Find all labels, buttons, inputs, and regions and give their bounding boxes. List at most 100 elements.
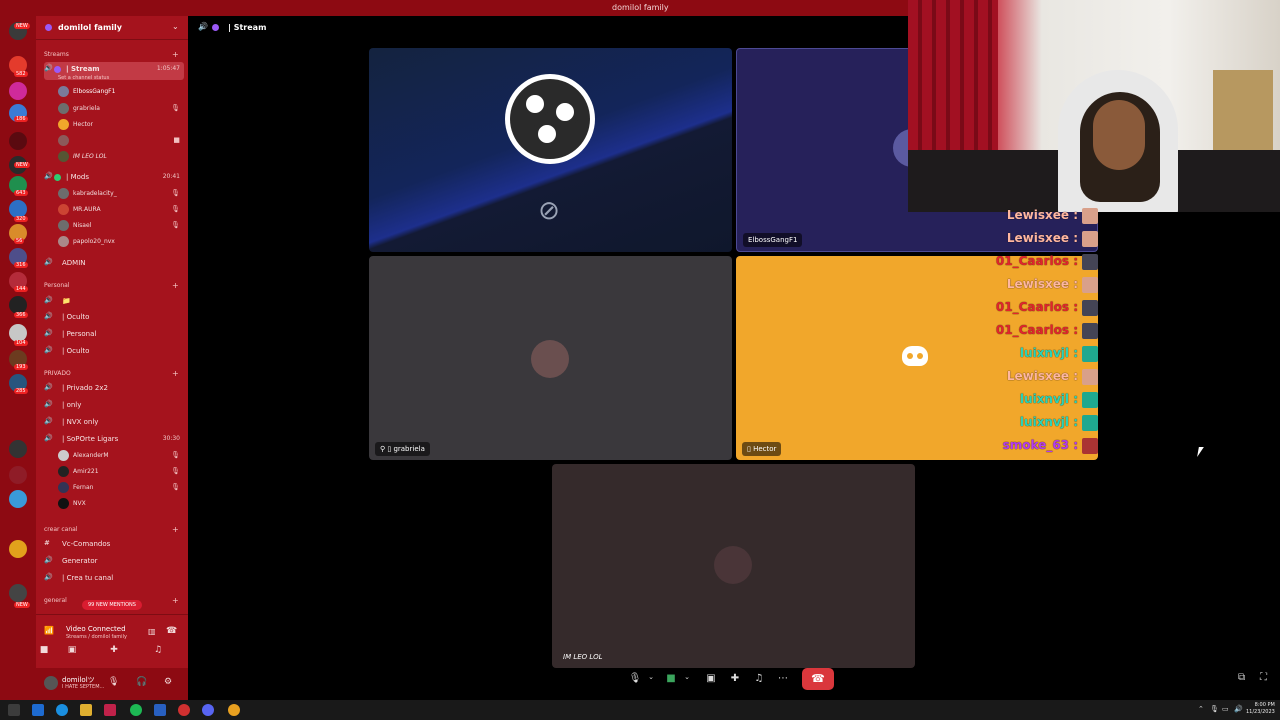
more-icon[interactable]: ⋯ <box>774 673 792 687</box>
chrome-icon[interactable] <box>178 704 190 716</box>
voice-user[interactable]: Hector <box>58 117 184 133</box>
avatar[interactable] <box>44 676 58 690</box>
video-tile-leo[interactable]: IM LEO LOL <box>552 464 915 668</box>
noise-suppression-icon[interactable]: ▥ <box>148 627 156 636</box>
folder-icon[interactable] <box>80 704 92 716</box>
video-tile-grabriela[interactable]: ⚲ ▯ grabriela <box>369 256 732 460</box>
voice-user[interactable]: kabradelacity_ 🎙 <box>58 186 184 202</box>
screen-share-icon[interactable]: ▣ <box>702 673 720 687</box>
call-controls: 🎙 ⌄ ■ ⌄ ▣ ✚ ♫ ⋯ ☎ <box>620 668 840 692</box>
server-badge: 104 <box>14 340 28 346</box>
channel-crea[interactable]: 🔊 | Crea tu canal <box>44 571 184 585</box>
voice-user[interactable]: NVX <box>58 496 184 512</box>
spotify-icon[interactable] <box>130 704 142 716</box>
new-mentions-badge[interactable]: 99 NEW MENTIONS <box>82 600 142 610</box>
microphone-icon[interactable]: 🎙 <box>108 677 119 687</box>
channel-folder[interactable]: 🔊 📁 <box>44 294 184 308</box>
app-icon[interactable] <box>154 704 166 716</box>
category-streams[interactable]: Streams + <box>44 50 179 59</box>
chevron-up-icon[interactable]: ⌃ <box>1198 705 1204 713</box>
start-icon[interactable] <box>8 704 20 716</box>
app-icon[interactable] <box>104 704 116 716</box>
server-icon[interactable] <box>9 490 27 508</box>
channel-label: | NVX only <box>62 418 99 426</box>
avatar <box>1082 254 1098 270</box>
volume-icon[interactable]: 🔊 <box>1234 705 1243 713</box>
voice-user[interactable]: MR.AURA 🎙 <box>58 202 184 218</box>
app-icon[interactable] <box>32 704 44 716</box>
channel-only[interactable]: 🔊 | only <box>44 398 184 412</box>
gear-icon[interactable]: ⚙ <box>164 677 172 687</box>
server-header[interactable]: domilol family ⌄ <box>36 16 188 40</box>
add-channel-icon[interactable]: + <box>172 281 179 290</box>
voice-user[interactable]: Fernan 🎙 <box>58 480 184 496</box>
voice-channel[interactable]: Streams / domilol family <box>66 634 127 640</box>
voice-user[interactable]: AlexanderM 🎙 <box>58 448 184 464</box>
voice-user-name: IM LEO LOL <box>73 153 107 160</box>
channel-generator[interactable]: 🔊 Generator <box>44 554 184 568</box>
soundboard-icon[interactable]: ♫ <box>750 673 768 687</box>
channel-label: | Stream <box>66 65 100 73</box>
avatar <box>1082 208 1098 224</box>
soundboard-icon[interactable]: ♫ <box>148 645 168 659</box>
voice-user[interactable]: grabriela 🎙 <box>58 101 184 117</box>
category-crear-canal[interactable]: crear canal + <box>44 525 179 534</box>
activities-icon[interactable]: ✚ <box>104 645 124 659</box>
video-tile-obs[interactable]: ⊘ <box>369 48 732 252</box>
disconnect-icon[interactable]: ☎ <box>166 626 177 636</box>
server-icon[interactable] <box>9 584 27 602</box>
channel-mods[interactable]: 🔊 | Mods 20:41 <box>44 170 184 184</box>
chevron-down-icon[interactable]: ⌄ <box>642 673 660 687</box>
add-channel-icon[interactable]: + <box>172 369 179 378</box>
avatar <box>58 236 69 247</box>
server-name: domilol family <box>58 23 122 32</box>
microphone-icon[interactable]: 🎙 <box>1210 705 1219 713</box>
voice-user[interactable]: IM LEO LOL <box>58 149 184 165</box>
add-channel-icon[interactable]: + <box>172 525 179 534</box>
clock[interactable]: 8:00 PM 11/23/2023 <box>1246 702 1275 716</box>
channel-admin[interactable]: 🔊 ADMIN <box>44 256 184 270</box>
discord-icon[interactable] <box>202 704 214 716</box>
server-icon[interactable] <box>9 466 27 484</box>
chevron-down-icon[interactable]: ⌄ <box>678 673 696 687</box>
camera-icon[interactable]: ■ <box>34 645 54 659</box>
signal-icon[interactable]: 📶 <box>44 626 54 635</box>
channel-oculto[interactable]: 🔊 | Oculto <box>44 310 184 324</box>
channel-personal[interactable]: 🔊 | Personal <box>44 327 184 341</box>
screen-share-icon[interactable]: ▣ <box>62 645 82 659</box>
server-icon[interactable] <box>9 540 27 558</box>
add-channel-icon[interactable]: + <box>172 50 179 59</box>
server-badge: 320 <box>14 216 28 222</box>
chat-message: luixnvjl : <box>1020 392 1098 410</box>
channel-soporte[interactable]: 🔊 | SoPOrte Ligars 30:30 <box>44 432 184 446</box>
server-icon[interactable] <box>9 82 27 100</box>
activities-icon[interactable]: ✚ <box>726 673 744 687</box>
category-privado[interactable]: PRIVADO + <box>44 369 179 378</box>
fullscreen-icon[interactable]: ⛶ <box>1260 672 1267 683</box>
voice-user[interactable]: Nisael 🎙 <box>58 218 184 234</box>
app-icon[interactable] <box>228 704 240 716</box>
headphones-icon[interactable]: 🎧 <box>136 677 147 687</box>
chevron-down-icon[interactable]: ⌄ <box>172 22 179 31</box>
video-icon: ■ <box>173 136 180 144</box>
channel-privado[interactable]: 🔊 | Privado 2x2 <box>44 381 184 395</box>
channel-vc-comandos[interactable]: # Vc-Comandos <box>44 537 184 551</box>
voice-user[interactable]: Amir221 🎙 <box>58 464 184 480</box>
voice-user[interactable]: ■ <box>58 133 184 149</box>
channel-status[interactable]: Set a channel status <box>58 75 109 81</box>
server-icon[interactable] <box>9 440 27 458</box>
server-icon[interactable] <box>9 132 27 150</box>
category-general[interactable]: general + <box>44 596 179 605</box>
voice-user[interactable]: papolo20_nvx <box>58 234 184 250</box>
channel-oculto[interactable]: 🔊 | Oculto <box>44 344 184 358</box>
category-personal[interactable]: Personal + <box>44 281 179 290</box>
channel-nvx[interactable]: 🔊 | NVX only <box>44 415 184 429</box>
voice-user[interactable]: ElbossGangF1 <box>58 84 184 100</box>
add-channel-icon[interactable]: + <box>172 596 179 605</box>
edge-icon[interactable] <box>56 704 68 716</box>
avatar <box>58 204 69 215</box>
speaker-icon: 🔊 <box>44 556 53 564</box>
disconnect-button[interactable]: ☎ <box>802 668 834 690</box>
popout-icon[interactable]: ⧉ <box>1238 672 1245 683</box>
network-icon[interactable]: ▭ <box>1222 705 1229 713</box>
